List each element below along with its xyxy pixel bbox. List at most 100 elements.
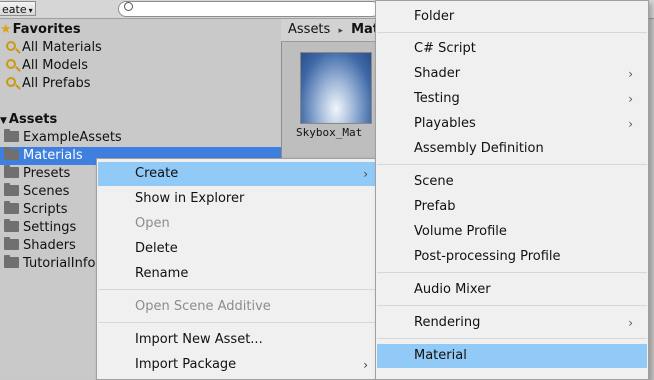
folder-icon <box>4 183 19 196</box>
menu-item-open: Open <box>98 212 382 236</box>
search-icon <box>124 2 133 11</box>
menu-item-label: Scene <box>414 174 454 189</box>
folder-item[interactable]: Presets <box>4 165 70 183</box>
submenu-item-scene[interactable]: Scene <box>377 170 647 194</box>
menu-item-label: Folder <box>414 9 455 24</box>
folder-icon <box>4 165 19 178</box>
folder-label: Scenes <box>23 184 70 199</box>
folder-label: Materials <box>23 148 83 163</box>
folder-label: TutorialInfo <box>23 256 96 271</box>
submenu-item-audio-mixer[interactable]: Audio Mixer <box>377 278 647 302</box>
folder-item[interactable]: Settings <box>4 219 76 237</box>
menu-separator <box>98 322 382 323</box>
chevron-right-icon: › <box>628 117 633 131</box>
submenu-item-material[interactable]: Material <box>377 344 647 368</box>
menu-separator <box>377 338 647 339</box>
folder-item[interactable]: Shaders <box>4 237 76 255</box>
chevron-right-icon: › <box>628 316 633 330</box>
favorite-label: All Materials <box>22 40 102 55</box>
expand-arrow-icon[interactable]: ▼ <box>0 116 7 126</box>
chevron-right-icon: › <box>363 358 368 372</box>
menu-separator <box>377 305 647 306</box>
favorite-item[interactable]: All Models <box>6 57 88 75</box>
folder-icon <box>4 219 19 232</box>
menu-item-label: C# Script <box>414 41 476 56</box>
folder-item[interactable]: Scripts <box>4 201 67 219</box>
menu-item-label: Open Scene Additive <box>135 299 271 314</box>
menu-item-import-package[interactable]: Import Package › <box>98 353 382 377</box>
submenu-item-assembly-definition[interactable]: Assembly Definition <box>377 137 647 161</box>
menu-separator <box>377 272 647 273</box>
breadcrumb-separator-icon: ▸ <box>338 26 343 36</box>
submenu-item-post-processing-profile[interactable]: Post-processing Profile <box>377 245 647 269</box>
folder-icon <box>4 255 19 268</box>
folder-label: ExampleAssets <box>23 130 122 145</box>
favorites-label: Favorites <box>12 22 81 37</box>
menu-item-label: Volume Profile <box>414 224 507 239</box>
caret-down-icon: ▾ <box>28 6 33 15</box>
menu-item-label: Open <box>135 216 170 231</box>
menu-item-label: Create <box>135 166 179 181</box>
assets-header[interactable]: ▼ Assets <box>0 111 57 129</box>
menu-item-label: Assembly Definition <box>414 141 544 156</box>
menu-item-create[interactable]: Create › <box>98 162 382 186</box>
folder-icon <box>4 129 19 142</box>
menu-item-delete[interactable]: Delete <box>98 237 382 261</box>
menu-item-import-new-asset[interactable]: Import New Asset... <box>98 328 382 352</box>
breadcrumb: Assets ▸ Mat <box>281 19 381 42</box>
folder-item[interactable]: ExampleAssets <box>4 129 122 147</box>
favorite-label: All Prefabs <box>22 76 91 91</box>
favorite-item[interactable]: All Materials <box>6 39 102 57</box>
chevron-right-icon: › <box>363 167 368 181</box>
search-input[interactable] <box>118 1 380 17</box>
favorite-label: All Models <box>22 58 89 73</box>
folder-label: Scripts <box>23 202 68 217</box>
menu-item-label: Playables <box>414 116 476 131</box>
menu-separator <box>377 164 647 165</box>
menu-item-label: Delete <box>135 241 178 256</box>
folder-icon <box>4 237 19 250</box>
asset-thumbnail[interactable] <box>300 52 372 124</box>
submenu-item-testing[interactable]: Testing › <box>377 87 647 111</box>
saved-search-icon <box>6 40 16 51</box>
create-submenu: Folder C# Script Shader › Testing › Playab… <box>375 0 649 380</box>
submenu-item-rendering[interactable]: Rendering › <box>377 311 647 335</box>
menu-item-label: Rendering <box>414 315 481 330</box>
menu-item-rename[interactable]: Rename <box>98 262 382 286</box>
folder-item[interactable]: TutorialInfo <box>4 255 95 273</box>
folder-icon <box>4 147 19 160</box>
submenu-item-playables[interactable]: Playables › <box>377 112 647 136</box>
menu-item-label: Shader <box>414 66 461 81</box>
submenu-item-csharp-script[interactable]: C# Script <box>377 37 647 61</box>
menu-item-show-in-explorer[interactable]: Show in Explorer <box>98 187 382 211</box>
chevron-right-icon: › <box>628 67 633 81</box>
menu-item-label: Show in Explorer <box>135 191 245 206</box>
menu-item-label: Testing <box>414 91 460 106</box>
submenu-item-volume-profile[interactable]: Volume Profile <box>377 220 647 244</box>
folder-label: Settings <box>23 220 77 235</box>
create-label: eate <box>2 3 27 16</box>
create-dropdown-button[interactable]: eate ▾ <box>0 1 36 16</box>
menu-item-label: Import New Asset... <box>135 332 263 347</box>
folder-item[interactable]: Scenes <box>4 183 69 201</box>
assets-label: Assets <box>8 112 58 127</box>
folder-icon <box>4 201 19 214</box>
breadcrumb-item[interactable]: Assets <box>288 22 330 37</box>
submenu-item-prefab[interactable]: Prefab <box>377 195 647 219</box>
star-icon: ★ <box>0 22 12 37</box>
menu-item-label: Prefab <box>414 199 456 214</box>
submenu-item-shader[interactable]: Shader › <box>377 62 647 86</box>
favorite-item[interactable]: All Prefabs <box>6 75 91 93</box>
favorites-header[interactable]: ★Favorites <box>0 21 81 39</box>
saved-search-icon <box>6 76 16 87</box>
menu-item-label: Post-processing Profile <box>414 249 561 264</box>
menu-item-label: Import Package <box>135 357 237 372</box>
menu-item-label: Material <box>414 348 467 363</box>
folder-label: Presets <box>23 166 71 181</box>
asset-label: Skybox_Mat <box>296 126 363 139</box>
context-menu: Create › Show in Explorer Open Delete Ren… <box>96 158 384 380</box>
menu-item-label: Rename <box>135 266 189 281</box>
menu-separator <box>377 32 647 33</box>
saved-search-icon <box>6 58 16 69</box>
submenu-item-folder[interactable]: Folder <box>377 5 647 29</box>
